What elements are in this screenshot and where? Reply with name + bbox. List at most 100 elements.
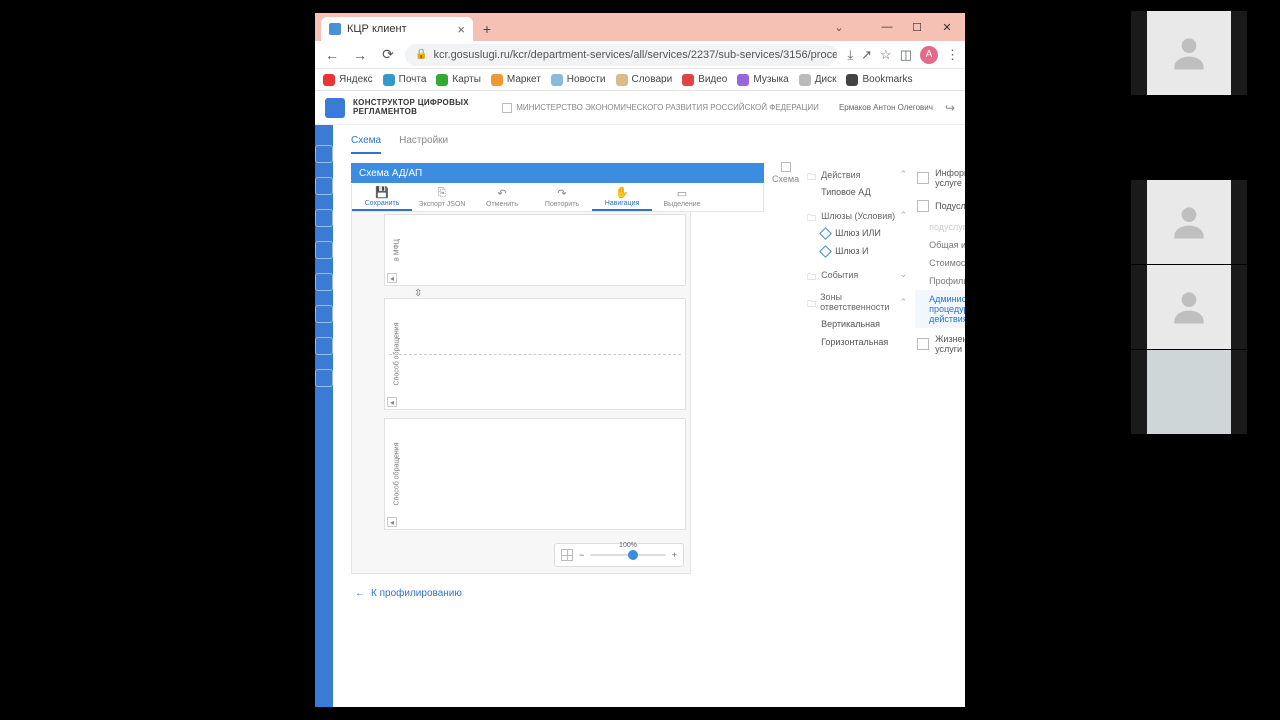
palette-item-zone-vertical[interactable]: Вертикальная bbox=[807, 315, 907, 333]
bookmark-video[interactable]: Видео bbox=[682, 74, 727, 86]
tab-scheme[interactable]: Схема bbox=[351, 135, 381, 154]
window-close-icon[interactable]: ✕ bbox=[933, 17, 961, 37]
diamond-icon bbox=[819, 245, 832, 258]
folder-icon: 🗀 bbox=[807, 211, 817, 221]
palette-item-typical-ad[interactable]: Типовое АД bbox=[807, 183, 907, 201]
toolbar-selection[interactable]: ▭Выделение bbox=[652, 184, 712, 211]
nav-lifecycle[interactable]: Жизненный цикл услуги bbox=[915, 328, 965, 360]
zoom-in-button[interactable]: + bbox=[672, 550, 677, 560]
left-rail bbox=[315, 125, 333, 707]
rail-item-4[interactable] bbox=[315, 241, 333, 259]
nav-procedures[interactable]: Административные процедуры и действия bbox=[915, 290, 965, 328]
palette-actions-header[interactable]: 🗀Действия⌃ bbox=[807, 166, 907, 183]
lane-collapse-icon[interactable]: ◂ bbox=[387, 397, 397, 407]
selection-icon: ▭ bbox=[677, 187, 687, 200]
open-scheme-external[interactable]: Схема bbox=[772, 162, 799, 184]
install-icon[interactable]: ⤓ bbox=[847, 47, 853, 63]
ministry-label: МИНИСТЕРСТВО ЭКОНОМИЧЕСКОГО РАЗВИТИЯ РОС… bbox=[502, 103, 819, 113]
nav-forward-icon[interactable]: → bbox=[349, 44, 371, 66]
tab-close-icon[interactable]: × bbox=[457, 23, 465, 36]
profile-avatar[interactable]: А bbox=[920, 46, 938, 64]
info-icon bbox=[917, 172, 929, 184]
bookmark-market[interactable]: Маркет bbox=[491, 74, 541, 86]
nav-general-info[interactable]: Общая информация bbox=[915, 236, 965, 254]
window-controls: ⌄ — ☐ ✕ bbox=[825, 17, 961, 37]
camera-view bbox=[1147, 350, 1231, 434]
participant-thumb-3 bbox=[1131, 265, 1247, 349]
arrow-left-icon: ← bbox=[355, 588, 365, 599]
swimlane-1[interactable]: в МФЦ ◂ bbox=[384, 214, 686, 286]
swimlane-3-label: Способ обращения bbox=[394, 434, 401, 514]
palette-gateways-header[interactable]: 🗀Шлюзы (Условия)⌃ bbox=[807, 207, 907, 224]
chevron-down-icon: ⌄ bbox=[900, 269, 908, 280]
nav-cost[interactable]: Стоимость и оплата bbox=[915, 254, 965, 272]
toolbar-export[interactable]: ⎘Экспорт JSON bbox=[412, 184, 472, 211]
palette-item-gateway-and[interactable]: Шлюз И bbox=[807, 242, 907, 260]
diamond-icon bbox=[819, 227, 832, 240]
current-user: Ермаков Антон Олегович bbox=[839, 103, 933, 112]
chevron-up-icon: ⌃ bbox=[900, 297, 908, 308]
back-to-profiling[interactable]: ← К профилированию bbox=[351, 588, 799, 599]
toolbar-redo[interactable]: ↷Повторить bbox=[532, 184, 592, 211]
diagram-canvas[interactable]: в МФЦ ◂ ⇳ Способ обращения ◂ Способ обра… bbox=[351, 212, 691, 574]
participant-thumb-2 bbox=[1131, 180, 1247, 264]
bookmark-dict[interactable]: Словари bbox=[616, 74, 673, 86]
rail-item-8[interactable] bbox=[315, 369, 333, 387]
bookmark-star-icon[interactable]: ☆ bbox=[880, 47, 892, 63]
list-icon bbox=[917, 200, 929, 212]
nav-reload-icon[interactable]: ⟳ bbox=[377, 44, 399, 66]
palette-item-zone-horizontal[interactable]: Горизонтальная bbox=[807, 333, 907, 351]
lane-collapse-icon[interactable]: ◂ bbox=[387, 273, 397, 283]
browser-tab[interactable]: КЦР клиент × bbox=[321, 17, 473, 41]
bookmark-music[interactable]: Музыка bbox=[737, 74, 788, 86]
toolbar-save[interactable]: 💾Сохранить bbox=[352, 184, 412, 211]
rail-item-3[interactable] bbox=[315, 209, 333, 227]
toolbar-undo[interactable]: ↶Отменить bbox=[472, 184, 532, 211]
nav-profiling[interactable]: Профилирование bbox=[915, 272, 965, 290]
palette-item-gateway-or[interactable]: Шлюз ИЛИ bbox=[807, 224, 907, 242]
zoom-slider[interactable]: 100% bbox=[590, 554, 665, 556]
zoom-out-button[interactable]: − bbox=[579, 550, 584, 560]
share-icon[interactable]: ↗ bbox=[861, 47, 872, 63]
cycle-icon bbox=[917, 338, 929, 350]
export-icon: ⎘ bbox=[438, 187, 447, 200]
bookmark-yandex[interactable]: Яндекс bbox=[323, 74, 373, 86]
palette-zones-header[interactable]: 🗀Зоны ответственности⌃ bbox=[807, 289, 907, 315]
swimlane-2[interactable]: Способ обращения ◂ bbox=[384, 298, 686, 410]
rail-item-1[interactable] bbox=[315, 145, 333, 163]
app-logo bbox=[325, 98, 345, 118]
browser-menu-icon[interactable]: ⋮ bbox=[946, 47, 959, 63]
bookmark-news[interactable]: Новости bbox=[551, 74, 606, 86]
new-tab-button[interactable]: + bbox=[477, 19, 497, 39]
redo-icon: ↷ bbox=[557, 187, 566, 200]
folder-icon: 🗀 bbox=[807, 297, 816, 307]
extensions-icon[interactable]: ◫ bbox=[900, 47, 912, 63]
url-input[interactable]: 🔒 kcr.gosuslugi.ru/kcr/department-servic… bbox=[405, 44, 837, 66]
browser-window: КЦР клиент × + ⌄ — ☐ ✕ ← → ⟳ 🔒 kcr.gosus… bbox=[315, 13, 965, 707]
bookmark-mail[interactable]: Почта bbox=[383, 74, 427, 86]
window-minimize-icon[interactable]: — bbox=[873, 17, 901, 37]
zoom-percent: 100% bbox=[619, 542, 637, 549]
bookmark-all[interactable]: Bookmarks bbox=[846, 74, 912, 86]
tabs-dropdown-icon[interactable]: ⌄ bbox=[825, 17, 853, 37]
nav-service-info[interactable]: Информация об услуге bbox=[915, 162, 965, 194]
lane-collapse-icon[interactable]: ◂ bbox=[387, 517, 397, 527]
ministry-icon bbox=[502, 103, 512, 113]
palette-events-header[interactable]: 🗀События⌄ bbox=[807, 266, 907, 283]
rail-item-7[interactable] bbox=[315, 337, 333, 355]
participant-thumb-4 bbox=[1131, 350, 1247, 434]
window-maximize-icon[interactable]: ☐ bbox=[903, 17, 931, 37]
bookmark-maps[interactable]: Карты bbox=[436, 74, 481, 86]
nav-back-icon[interactable]: ← bbox=[321, 44, 343, 66]
rail-item-2[interactable] bbox=[315, 177, 333, 195]
rail-item-5[interactable] bbox=[315, 273, 333, 291]
bookmark-disk[interactable]: Диск bbox=[799, 74, 837, 86]
tab-settings[interactable]: Настройки bbox=[399, 135, 448, 154]
swimlane-3[interactable]: Способ обращения ◂ bbox=[384, 418, 686, 530]
logout-icon[interactable]: ↪ bbox=[945, 101, 955, 115]
zoom-thumb[interactable] bbox=[628, 550, 638, 560]
grid-toggle-icon[interactable] bbox=[561, 549, 573, 561]
toolbar-navigation[interactable]: ✋Навигация bbox=[592, 184, 652, 211]
rail-item-6[interactable] bbox=[315, 305, 333, 323]
nav-subservices[interactable]: Подуслуги bbox=[915, 194, 965, 218]
